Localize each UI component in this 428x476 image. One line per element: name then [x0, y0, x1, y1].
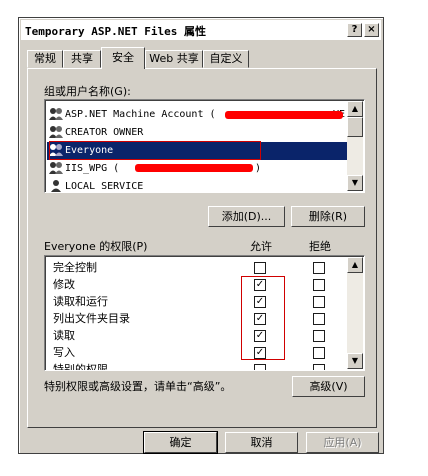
advanced-button[interactable]: 高级(V)	[292, 376, 365, 397]
user-group-icon	[49, 125, 63, 138]
permission-label: 完全控制	[53, 261, 97, 274]
close-button[interactable]: ×	[364, 23, 379, 37]
tab-customize[interactable]: 自定义	[203, 50, 249, 68]
list-item-label: CREATOR OWNER	[65, 127, 144, 138]
allow-checkbox[interactable]	[254, 262, 266, 274]
scroll-up-button[interactable]: ▲	[347, 101, 363, 117]
deny-checkbox[interactable]	[313, 279, 325, 291]
deny-checkbox[interactable]	[313, 330, 325, 342]
highlight-box	[241, 276, 285, 360]
advanced-note: 特别权限或高级设置，请单击“高级”。	[44, 380, 232, 393]
tab-web-sharing[interactable]: Web 共享	[145, 50, 203, 68]
tab-general[interactable]: 常规	[27, 50, 63, 68]
deny-checkbox[interactable]	[313, 364, 325, 370]
permission-label: 写入	[53, 346, 75, 359]
users-group-label: 组或用户名称(G):	[44, 85, 131, 98]
redaction-mark	[225, 111, 343, 119]
add-button[interactable]: 添加(D)...	[208, 206, 285, 227]
scroll-down-button[interactable]: ▼	[347, 353, 363, 369]
cancel-button[interactable]: 取消	[225, 432, 298, 453]
title-bar[interactable]: Temporary ASP.NET Files 属性 ? ×	[21, 20, 381, 40]
deny-checkbox[interactable]	[313, 347, 325, 359]
deny-checkbox[interactable]	[313, 313, 325, 325]
security-panel: 组或用户名称(G): ASP.NET Machine Account (VE C…	[27, 68, 377, 428]
list-item[interactable]: CREATOR OWNER	[49, 124, 345, 142]
scroll-down-button[interactable]: ▼	[347, 175, 363, 191]
permission-label: 列出文件夹目录	[53, 312, 130, 325]
permissions-list: 完全控制 修改 读取和运行 列出文件夹目录 读取 写入 特别的权限 ✓ ✓ ✓ …	[44, 255, 365, 371]
permission-label: 特别的权限	[53, 363, 108, 371]
permissions-label: Everyone 的权限(P)	[44, 240, 148, 253]
deny-header: 拒绝	[309, 240, 331, 253]
tab-sharing[interactable]: 共享	[63, 50, 101, 68]
properties-dialog: Temporary ASP.NET Files 属性 ? × 常规 共享 安全 …	[18, 17, 384, 454]
permission-label: 读取	[53, 329, 75, 342]
tab-security[interactable]: 安全	[101, 47, 145, 69]
list-item-label: IIS_WPG (	[65, 163, 120, 174]
scroll-up-button[interactable]: ▲	[347, 257, 363, 273]
scroll-thumb[interactable]	[347, 117, 363, 137]
apply-button[interactable]: 应用(A)	[306, 432, 379, 453]
help-button[interactable]: ?	[347, 23, 362, 37]
allow-header: 允许	[250, 240, 272, 253]
window-title: Temporary ASP.NET Files 属性	[25, 25, 206, 38]
deny-checkbox[interactable]	[313, 296, 325, 308]
users-scrollbar[interactable]: ▲ ▼	[347, 101, 363, 191]
list-item-label: ASP.NET Machine Account (	[65, 109, 216, 120]
allow-checkbox[interactable]	[254, 364, 266, 370]
permission-label: 修改	[53, 278, 75, 291]
users-listbox[interactable]: ASP.NET Machine Account (VE CREATOR OWNE…	[44, 99, 365, 193]
remove-button[interactable]: 删除(R)	[291, 206, 365, 227]
user-group-icon	[49, 161, 63, 174]
permissions-scrollbar[interactable]: ▲ ▼	[347, 257, 363, 369]
ok-button[interactable]: 确定	[143, 431, 218, 454]
list-item[interactable]: LOCAL SERVICE	[49, 178, 345, 192]
deny-checkbox[interactable]	[313, 262, 325, 274]
list-item-label: LOCAL SERVICE	[65, 181, 144, 192]
redaction-mark	[135, 164, 253, 172]
permission-label: 读取和运行	[53, 295, 108, 308]
highlight-box	[49, 141, 261, 160]
user-icon	[51, 179, 61, 192]
list-item-suffix: )	[255, 163, 262, 174]
user-group-icon	[49, 107, 63, 120]
